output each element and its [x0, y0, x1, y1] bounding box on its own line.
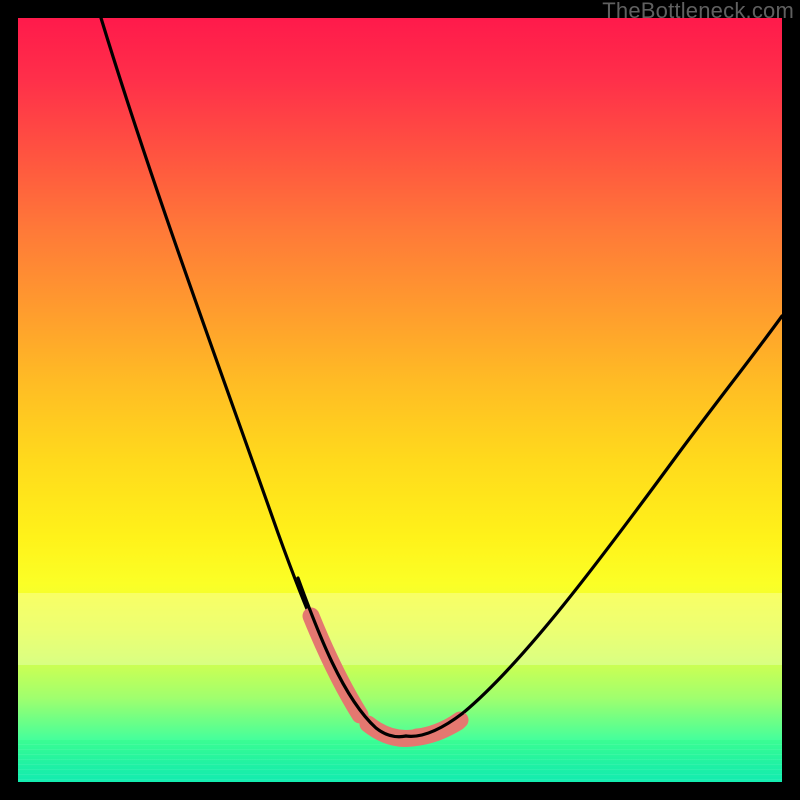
chart-frame [18, 18, 782, 782]
curve-right [406, 316, 782, 736]
curve-left [101, 18, 406, 737]
curve-overlay [18, 18, 782, 782]
attribution-text: TheBottleneck.com [602, 0, 794, 24]
